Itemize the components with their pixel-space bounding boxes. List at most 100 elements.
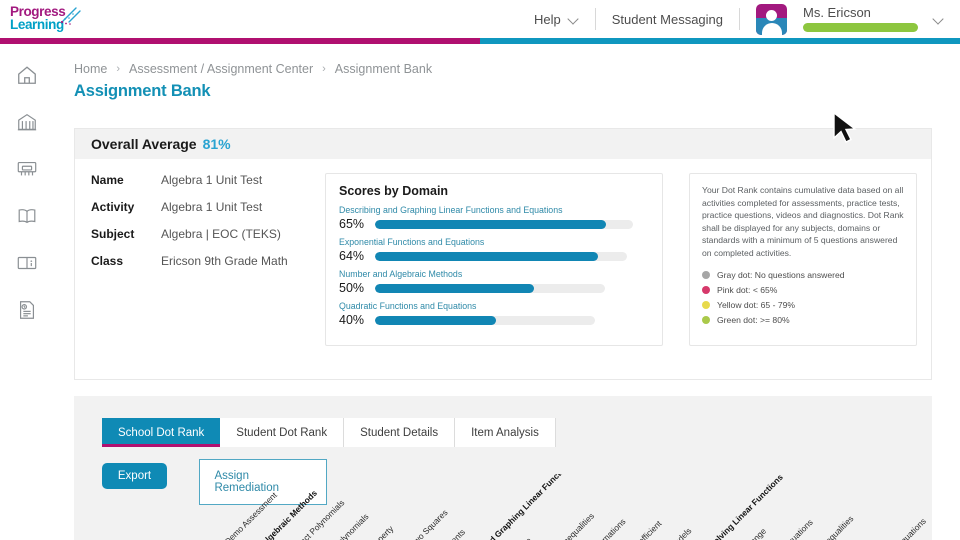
- domain-bar-fill: [375, 283, 534, 293]
- info-label: Name: [91, 173, 124, 187]
- breadcrumb: Home › Assessment / Assignment Center › …: [54, 44, 960, 76]
- domain-value-label: 40%: [339, 313, 365, 327]
- export-button[interactable]: Export: [102, 463, 167, 489]
- chart-title: Scores by Domain: [339, 184, 449, 198]
- info-value: Algebra 1 Unit Test: [161, 173, 263, 187]
- sidebar-item-reports[interactable]: [10, 293, 44, 327]
- user-progress-bar: [803, 23, 918, 32]
- legend-row: Green dot: >= 80%: [702, 315, 904, 325]
- book-info-icon: [16, 252, 38, 274]
- user-name: Ms. Ericson: [803, 5, 871, 20]
- legend-row: Gray dot: No questions answered: [702, 270, 904, 280]
- dot-rank-legend: Gray dot: No questions answered Pink dot:…: [702, 270, 904, 325]
- legend-label: Pink dot: < 65%: [717, 284, 778, 295]
- breadcrumb-item-home[interactable]: Home: [74, 62, 107, 76]
- main-content: Home › Assessment / Assignment Center › …: [54, 44, 960, 540]
- summary-body: Name Algebra 1 Unit Test Activity Algebr…: [75, 159, 931, 346]
- domain-bar-track: [375, 219, 633, 229]
- open-book-icon: [16, 205, 38, 227]
- status-dot-icon: [702, 270, 710, 279]
- page-title: Assignment Bank: [74, 82, 211, 100]
- domain-bar-line: 50%: [339, 281, 649, 295]
- domain-bar-line: 65%: [339, 217, 649, 231]
- user-menu[interactable]: Ms. Ericson: [740, 3, 948, 35]
- top-header: Progress Learning Help Student Messaging…: [0, 0, 960, 38]
- breadcrumb-item-assignment-bank: Assignment Bank: [334, 62, 433, 76]
- overall-average-bar: Overall Average 81%: [75, 129, 931, 159]
- info-value: Ericson 9th Grade Math: [161, 254, 288, 268]
- info-value: Algebra 1 Unit Test: [161, 200, 263, 214]
- info-row-name: Name Algebra 1 Unit Test: [91, 173, 325, 187]
- domain-bar-track: [375, 251, 627, 261]
- info-row-class: Class Ericson 9th Grade Math: [91, 254, 325, 268]
- document-clock-icon: [16, 299, 38, 321]
- domain-name: Quadratic Functions and Equations: [339, 301, 477, 311]
- chevron-down-icon: [568, 14, 579, 25]
- header-actions: Help Student Messaging Ms. Ericson: [518, 0, 960, 38]
- summary-card: Overall Average 81% Name Algebra 1 Unit …: [74, 128, 932, 380]
- column-label[interactable]: Describing and Graphing Linear Functions: [447, 474, 574, 540]
- domain-bar-line: 40%: [339, 313, 649, 327]
- domain-value-label: 64%: [339, 249, 365, 263]
- sidebar-item-classroom[interactable]: [10, 152, 44, 186]
- app-root: Progress Learning Help Student Messaging…: [0, 0, 960, 540]
- domain-bar-line: 64%: [339, 249, 649, 263]
- brand-logo[interactable]: Progress Learning: [0, 0, 81, 40]
- sidebar-item-resources[interactable]: [10, 246, 44, 280]
- help-menu[interactable]: Help: [518, 7, 595, 31]
- tab-item-analysis[interactable]: Item Analysis: [455, 418, 556, 447]
- domain-bar-row: Describing and Graphing Linear Functions…: [339, 205, 649, 231]
- help-label: Help: [533, 11, 561, 27]
- left-sidebar: [0, 44, 54, 540]
- assignment-info-list: Name Algebra 1 Unit Test Activity Algebr…: [75, 173, 325, 346]
- classroom-icon: [16, 158, 38, 180]
- domain-bar-fill: [375, 219, 607, 229]
- student-messaging-label: Student Messaging: [611, 11, 723, 27]
- legend-label: Yellow dot: 65 - 79%: [717, 299, 796, 310]
- info-row-activity: Activity Algebra 1 Unit Test: [91, 200, 325, 214]
- sidebar-item-home[interactable]: [10, 58, 44, 92]
- mouse-pointer-icon: [832, 111, 858, 151]
- status-dot-icon: [702, 285, 710, 294]
- domain-rows: Describing and Graphing Linear Functions…: [339, 205, 649, 327]
- tab-bar: School Dot Rank Student Dot Rank Student D…: [74, 396, 932, 447]
- tab-student-dot-rank[interactable]: Student Dot Rank: [220, 418, 345, 447]
- school-building-icon: [16, 111, 38, 133]
- sidebar-item-school[interactable]: [10, 105, 44, 139]
- legend-label: Gray dot: No questions answered: [717, 269, 845, 280]
- domain-bar-row: Quadratic Functions and Equations 40%: [339, 301, 649, 327]
- overall-average-label: Overall Average: [91, 136, 197, 152]
- legend-row: Pink dot: < 65%: [702, 285, 904, 295]
- chevron-down-icon: [933, 14, 944, 25]
- dot-rank-description: Your Dot Rank contains cumulative data b…: [702, 185, 904, 258]
- logo-mark: Progress Learning: [10, 5, 81, 40]
- tab-student-details[interactable]: Student Details: [344, 418, 456, 447]
- scores-by-domain-chart: Scores by Domain Describing and Graphing…: [325, 173, 663, 346]
- home-icon: [16, 64, 38, 86]
- domain-bar-row: Exponential Functions and Equations 64%: [339, 237, 649, 263]
- overall-average-value: 81%: [202, 136, 231, 152]
- column-label[interactable]: Solve Linear Equations: [860, 516, 928, 540]
- domain-name: Describing and Graphing Linear Functions…: [339, 205, 563, 215]
- breadcrumb-item-assessment-center[interactable]: Assessment / Assignment Center: [129, 62, 313, 76]
- domain-name: Number and Algebraic Methods: [339, 269, 463, 279]
- domain-bar-fill: [375, 251, 598, 261]
- sidebar-item-library[interactable]: [10, 199, 44, 233]
- domain-bar-track: [375, 315, 595, 325]
- info-label: Class: [91, 254, 124, 268]
- info-label: Activity: [91, 200, 135, 214]
- status-dot-icon: [702, 315, 710, 324]
- domain-bar-track: [375, 283, 605, 293]
- domain-value-label: 50%: [339, 281, 365, 295]
- info-label: Subject: [91, 227, 135, 241]
- status-dot-icon: [702, 300, 710, 309]
- avatar: [756, 3, 787, 35]
- sparkle-swoosh-icon: [54, 6, 84, 31]
- dot-rank-info-panel: Your Dot Rank contains cumulative data b…: [689, 173, 917, 346]
- standards-column-labels: Assessment - Demo AssessmentNumber and A…: [204, 474, 960, 540]
- column-label[interactable]: Graph Linear Inequalities: [522, 511, 595, 540]
- tab-school-dot-rank[interactable]: School Dot Rank: [102, 418, 221, 447]
- domain-value-label: 65%: [339, 217, 365, 231]
- domain-bar-row: Number and Algebraic Methods 50%: [339, 269, 649, 295]
- student-messaging-link[interactable]: Student Messaging: [596, 7, 739, 31]
